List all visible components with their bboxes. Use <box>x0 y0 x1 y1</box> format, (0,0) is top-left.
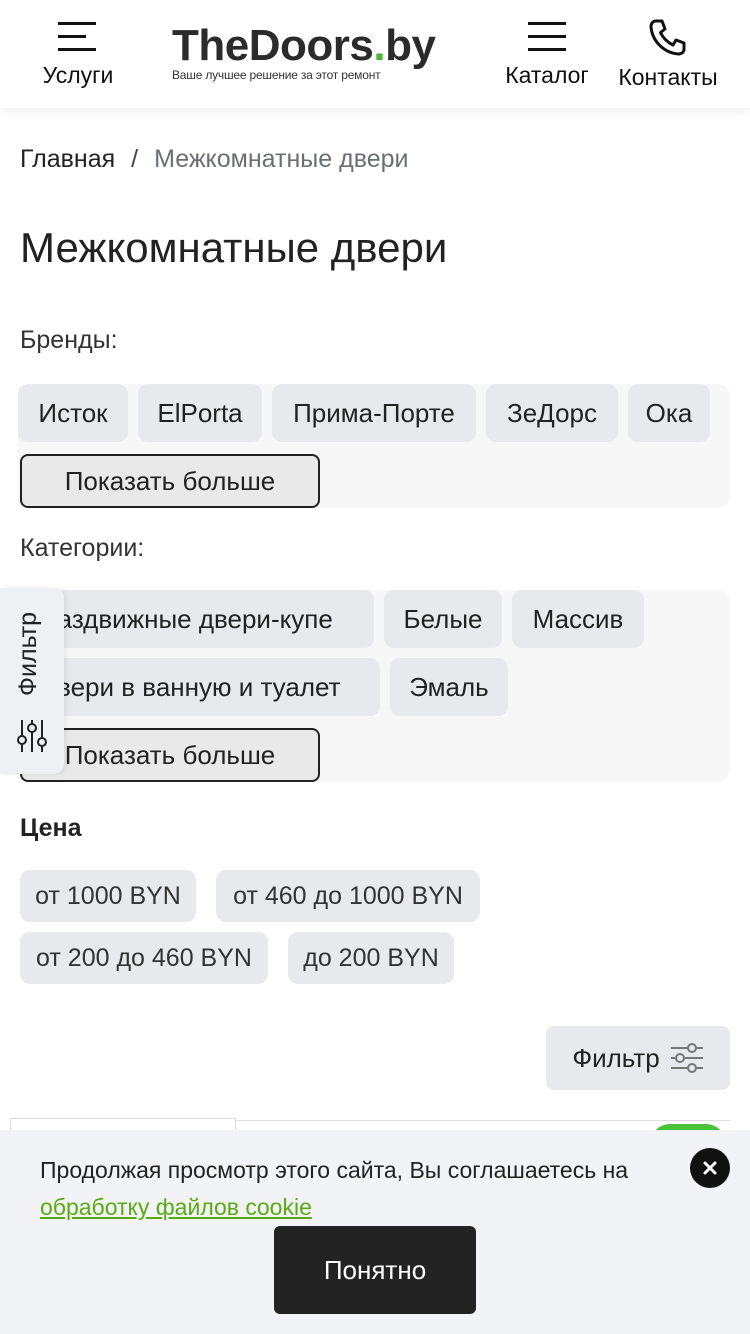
cookie-accept-button[interactable]: Понятно <box>274 1226 476 1314</box>
cookie-policy-link[interactable]: обработку файлов cookie <box>40 1194 312 1220</box>
catalog-label: Каталог <box>505 62 589 88</box>
brands-show-more-button[interactable]: Показать больше <box>20 454 320 508</box>
logo-dot: . <box>373 21 386 70</box>
categories-panel: Раздвижные двери-купе Белые Массив Двери… <box>0 590 730 782</box>
breadcrumb: Главная / Межкомнатные двери <box>20 145 408 174</box>
category-chip[interactable]: Эмаль <box>390 658 508 716</box>
product-divider <box>236 1120 730 1121</box>
contacts-button[interactable]: Контакты <box>612 18 724 91</box>
services-menu-button[interactable]: Услуги <box>38 18 118 89</box>
cookie-text-block: Продолжая просмотр этого сайта, Вы согла… <box>40 1152 680 1226</box>
hamburger-icon <box>528 22 566 51</box>
cookie-message: Продолжая просмотр этого сайта, Вы согла… <box>40 1157 629 1183</box>
price-chip[interactable]: до 200 BYN <box>288 932 454 984</box>
filter-sliders-icon <box>670 1043 703 1073</box>
brands-label: Бренды: <box>20 326 118 354</box>
phone-icon <box>649 19 686 56</box>
cookie-banner: Продолжая просмотр этого сайта, Вы согла… <box>0 1130 750 1334</box>
categories-show-more-button[interactable]: Показать больше <box>20 728 320 782</box>
page-title: Межкомнатные двери <box>20 224 448 271</box>
brand-chip[interactable]: ЗеДорс <box>486 384 618 442</box>
close-icon <box>703 1161 717 1175</box>
contacts-label: Контакты <box>618 64 718 90</box>
category-chip[interactable]: Массив <box>512 590 644 648</box>
site-header: Услуги TheDoors.by Ваше лучшее решение з… <box>0 0 750 108</box>
brand-chip[interactable]: Прима-Порте <box>272 384 476 442</box>
sliders-icon <box>17 720 47 752</box>
brands-panel: Исток ElPorta Прима-Порте ЗеДорс Ока Пок… <box>18 384 730 508</box>
brand-chip[interactable]: Исток <box>18 384 128 442</box>
breadcrumb-home-link[interactable]: Главная <box>20 145 115 174</box>
logo-name-main: TheDoors <box>172 21 374 70</box>
categories-label: Категории: <box>20 534 145 562</box>
site-logo[interactable]: TheDoors.by Ваше лучшее решение за этот … <box>172 24 458 84</box>
services-label: Услуги <box>42 62 114 88</box>
price-chip[interactable]: от 1000 BYN <box>20 870 196 922</box>
breadcrumb-current: Межкомнатные двери <box>154 145 409 173</box>
filter-button[interactable]: Фильтр <box>546 1026 730 1090</box>
price-label: Цена <box>20 814 82 842</box>
catalog-menu-button[interactable]: Каталог <box>500 18 594 89</box>
price-chip[interactable]: от 200 до 460 BYN <box>20 932 268 984</box>
category-chip[interactable]: Белые <box>384 590 502 648</box>
menu-lines-icon <box>58 22 96 51</box>
brand-chip[interactable]: ElPorta <box>138 384 262 442</box>
price-chip[interactable]: от 460 до 1000 BYN <box>216 870 480 922</box>
brand-chip[interactable]: Ока <box>628 384 710 442</box>
side-filter-label: Фильтр <box>14 612 42 696</box>
side-filter-tab[interactable]: Фильтр <box>0 588 64 774</box>
logo-name-tld: by <box>385 21 436 70</box>
breadcrumb-separator: / <box>131 145 139 173</box>
filter-button-label: Фильтр <box>572 1042 660 1073</box>
logo-tagline: Ваше лучшее решение за этот ремонт <box>172 68 381 82</box>
cookie-close-button[interactable] <box>690 1148 730 1188</box>
